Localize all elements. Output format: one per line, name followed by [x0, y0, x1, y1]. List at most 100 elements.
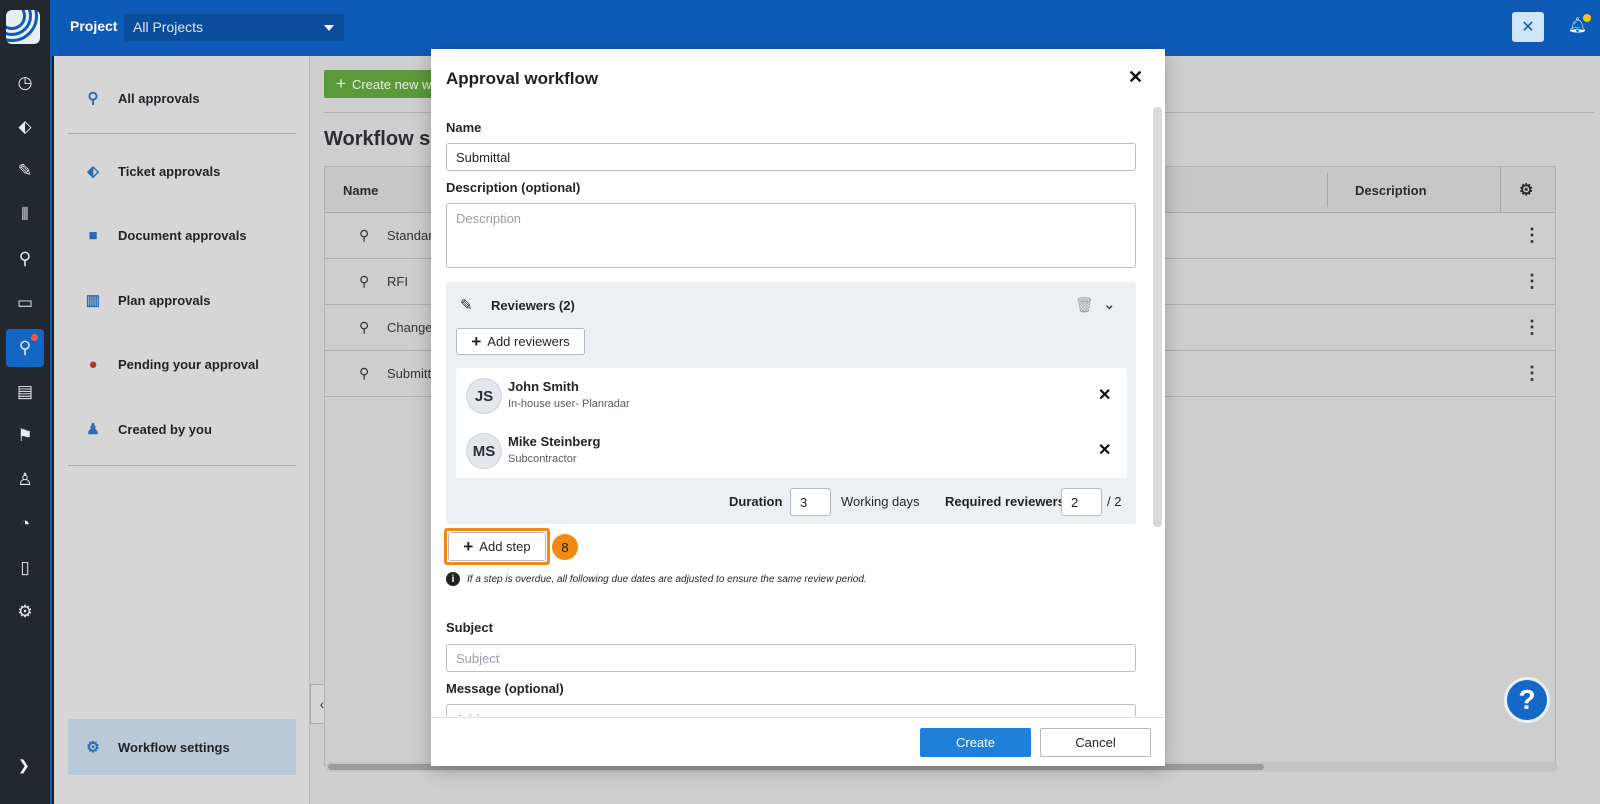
- create-button[interactable]: Create: [920, 728, 1031, 757]
- plus-icon: +: [336, 74, 346, 93]
- page-title: Workflow se: [324, 128, 442, 150]
- stamp-icon: ⚲: [359, 319, 370, 335]
- add-reviewers-button[interactable]: + Add reviewers: [456, 328, 585, 355]
- add-reviewers-label: Add reviewers: [487, 334, 570, 349]
- required-reviewers-total: / 2: [1107, 494, 1122, 509]
- flag-icon[interactable]: ⚑: [6, 417, 44, 455]
- plus-icon: +: [471, 332, 482, 351]
- documents-folder-icon[interactable]: ▭: [6, 284, 44, 322]
- row-menu-kebab-icon[interactable]: ⋮: [1523, 317, 1541, 338]
- sidebar-item-created-by-you[interactable]: ♟ Created by you: [68, 403, 296, 455]
- tag-icon: ⬖: [87, 163, 99, 180]
- cancel-button[interactable]: Cancel: [1040, 728, 1151, 757]
- column-header-description[interactable]: Description: [1355, 183, 1427, 198]
- trash-icon[interactable]: 🗑︎: [1075, 296, 1094, 314]
- sidebar-item-label: Document approvals: [118, 227, 247, 243]
- info-note: i If a step is overdue, all following du…: [446, 572, 867, 586]
- create-button-label: Create new w: [351, 76, 432, 92]
- info-icon: i: [446, 572, 460, 586]
- clipboard-icon[interactable]: ▯: [6, 549, 44, 587]
- remove-reviewer-close-icon[interactable]: ✕: [1098, 440, 1111, 460]
- sidebar-item-document-approvals[interactable]: ■ Document approvals: [68, 209, 296, 261]
- message-textarea[interactable]: Add message: [446, 704, 1136, 716]
- reviewer-role: Subcontractor: [508, 453, 577, 465]
- plans-icon[interactable]: ▤: [6, 373, 44, 411]
- clock-icon: ●: [88, 355, 98, 373]
- remove-reviewer-close-icon[interactable]: ✕: [1098, 385, 1111, 405]
- message-label: Message (optional): [446, 681, 564, 696]
- dialog-title: Approval workflow: [446, 69, 599, 88]
- reviewers-step-panel: ✎ Reviewers (2) 🗑︎ ⌄ + Add reviewers JS …: [446, 282, 1136, 524]
- user-icon[interactable]: ♙: [6, 461, 44, 499]
- subject-label: Subject: [446, 620, 493, 635]
- description-label: Description (optional): [446, 180, 581, 195]
- stamp-icon: ⚲: [359, 227, 370, 243]
- name-input[interactable]: Submittal: [446, 143, 1136, 171]
- row-name: RFI: [387, 274, 408, 289]
- sidebar-item-label: Created by you: [118, 421, 212, 437]
- project-select[interactable]: All Projects: [124, 14, 344, 41]
- statistics-icon[interactable]: ◔: [6, 505, 44, 543]
- column-divider: [1327, 173, 1328, 207]
- row-name: Change: [387, 320, 433, 335]
- planradar-logo[interactable]: [6, 10, 40, 44]
- row-menu-kebab-icon[interactable]: ⋮: [1523, 271, 1541, 292]
- plus-icon: +: [463, 537, 474, 556]
- project-select-value: All Projects: [133, 19, 204, 35]
- add-step-label: Add step: [479, 539, 531, 554]
- row-name: Standar: [387, 228, 433, 243]
- divider: [68, 133, 296, 134]
- approvals-active-icon[interactable]: ⚲: [6, 329, 44, 367]
- reviewers-list: JS John Smith In-house user- Planradar ✕…: [456, 368, 1127, 478]
- pencil-icon[interactable]: ✎: [460, 296, 473, 314]
- gears-icon: ⚙: [86, 739, 100, 756]
- avatar: MS: [466, 433, 502, 469]
- duration-input[interactable]: 3: [790, 488, 831, 516]
- dialog-footer: Create Cancel: [431, 717, 1165, 766]
- description-textarea[interactable]: Description: [446, 203, 1136, 268]
- help-question-icon[interactable]: ?: [1504, 677, 1550, 723]
- notification-bell-icon[interactable]: 🔔︎: [1568, 14, 1592, 34]
- sidebar-item-pending-approval[interactable]: ● Pending your approval: [68, 338, 296, 390]
- reports-icon[interactable]: ⫴: [6, 196, 44, 234]
- row-menu-kebab-icon[interactable]: ⋮: [1523, 363, 1541, 384]
- stamp-icon: ⚲: [359, 273, 370, 289]
- sidebar-item-label: Workflow settings: [118, 739, 230, 755]
- stamp-icon: ⚲: [359, 365, 370, 381]
- sidebar-item-label: Pending your approval: [118, 356, 259, 372]
- row-name: Submitt: [387, 366, 432, 381]
- add-step-button[interactable]: + Add step: [448, 532, 546, 561]
- folder-icon: ■: [88, 226, 98, 244]
- sidebar-item-ticket-approvals[interactable]: ⬖ Ticket approvals: [68, 145, 296, 197]
- settings-gears-icon[interactable]: ⚙: [6, 593, 44, 631]
- top-bar: Project All Projects ✕ 🔔︎: [52, 0, 1600, 56]
- close-icon[interactable]: ✕: [1128, 67, 1143, 88]
- step-badge: 8: [552, 534, 578, 560]
- reviewers-title: Reviewers (2): [491, 298, 575, 313]
- sidebar-item-all-approvals[interactable]: ⚲ All approvals: [68, 72, 296, 124]
- project-label: Project: [70, 18, 118, 34]
- required-reviewers-input[interactable]: 2: [1061, 488, 1102, 516]
- forms-icon[interactable]: ✎: [6, 152, 44, 190]
- expand-chevron-icon[interactable]: ❯: [18, 757, 30, 774]
- column-header-name[interactable]: Name: [343, 183, 378, 198]
- chevron-down-icon[interactable]: ⌄: [1103, 295, 1116, 313]
- row-menu-kebab-icon[interactable]: ⋮: [1523, 225, 1541, 246]
- sidebar-item-workflow-settings[interactable]: ⚙ Workflow settings: [68, 719, 296, 775]
- list-item: MS Mike Steinberg Subcontractor ✕: [456, 423, 1127, 478]
- column-divider: [1500, 167, 1501, 213]
- tickets-icon[interactable]: ⬖: [6, 108, 44, 146]
- dashboard-icon[interactable]: ◷: [6, 64, 44, 102]
- required-reviewers-label: Required reviewers: [945, 494, 1065, 509]
- duration-label: Duration: [729, 494, 783, 509]
- approvals-stamp-icon[interactable]: ⚲: [6, 240, 44, 278]
- dialog-body: Name Submittal Description (optional) De…: [431, 104, 1165, 716]
- sidebar-item-plan-approvals[interactable]: ▥ Plan approvals: [68, 274, 296, 326]
- table-settings-gear-icon[interactable]: ⚙: [1519, 180, 1533, 200]
- integrations-icon[interactable]: ✕: [1512, 12, 1544, 42]
- duration-row: Duration 3 Working days Required reviewe…: [446, 488, 1136, 516]
- caret-down-icon: [324, 25, 334, 31]
- info-text: If a step is overdue, all following due …: [467, 573, 867, 585]
- reviewer-role: In-house user- Planradar: [508, 398, 630, 410]
- subject-input[interactable]: Subject: [446, 644, 1136, 672]
